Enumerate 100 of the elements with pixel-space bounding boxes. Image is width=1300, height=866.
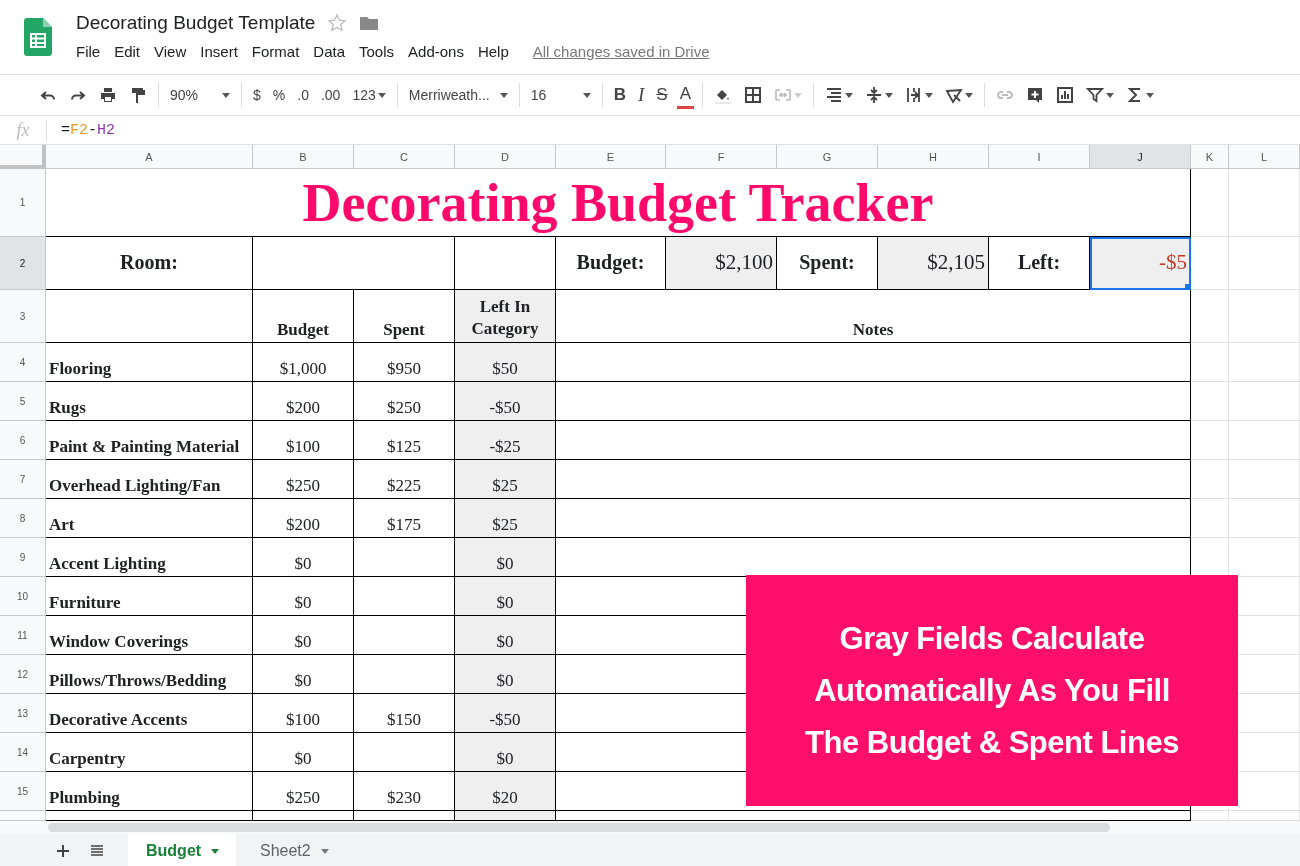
row-header[interactable]: 5 [0,382,46,421]
menu-item[interactable]: View [154,41,195,62]
menu-item[interactable]: Insert [200,41,246,62]
format-button[interactable]: .0 [294,83,312,107]
column-header[interactable]: H [878,145,989,169]
column-header[interactable]: L [1229,145,1300,169]
category-cell[interactable]: Flooring [46,343,253,382]
category-cell[interactable]: Furniture [46,577,253,616]
dropdown[interactable]: Merriweath... [405,83,511,107]
row-header[interactable]: 6 [0,421,46,460]
category-cell[interactable]: Plumbing [46,772,253,811]
sheet-tab[interactable]: Sheet2 [242,834,345,866]
chart-icon[interactable] [1056,86,1074,104]
table-cell[interactable]: $0 [253,577,354,616]
row-header[interactable]: 1 [0,169,46,237]
table-cell[interactable]: $2,105 [878,237,989,290]
row-header[interactable]: 13 [0,694,46,733]
filter-icon[interactable] [1086,86,1104,104]
category-cell[interactable]: Rugs [46,382,253,421]
table-cell[interactable]: -$50 [455,694,556,733]
comment-icon[interactable] [1026,86,1044,104]
dropdown[interactable]: 90% [167,83,233,107]
category-cell[interactable]: Pillows/Throws/Bedding [46,655,253,694]
row-header[interactable]: 12 [0,655,46,694]
menu-item[interactable]: Tools [359,41,403,62]
column-header[interactable]: G [777,145,878,169]
category-cell[interactable]: Overhead Lighting/Fan [46,460,253,499]
menu-item[interactable]: Edit [114,41,149,62]
table-cell[interactable]: $2,100 [666,237,777,290]
category-cell[interactable]: Art [46,499,253,538]
empty-cell[interactable] [253,237,455,290]
empty-cell[interactable] [455,811,556,821]
table-cell[interactable]: $200 [253,499,354,538]
format-button[interactable]: .00 [317,83,344,107]
menu-item[interactable]: Add-ons [408,41,472,62]
column-header[interactable]: E [556,145,666,169]
table-cell[interactable]: $0 [455,655,556,694]
menu-item[interactable]: Data [313,41,353,62]
table-cell[interactable]: $25 [455,460,556,499]
paint-icon[interactable] [129,86,147,104]
format-button[interactable]: $ [250,83,264,107]
table-cell[interactable]: $50 [455,343,556,382]
menu-item[interactable]: Help [477,41,517,62]
table-cell[interactable]: $100 [253,694,354,733]
table-cell[interactable]: $250 [253,460,354,499]
column-header[interactable]: C [354,145,455,169]
formula-input[interactable]: =F2-H2 [61,121,116,139]
table-cell[interactable]: $250 [253,772,354,811]
table-cell[interactable]: $0 [455,577,556,616]
menu-item[interactable]: File [76,41,109,62]
row-header[interactable]: 11 [0,616,46,655]
format-button[interactable]: 123 [349,83,389,107]
column-header[interactable]: J [1090,145,1191,169]
table-cell[interactable]: $0 [455,538,556,577]
text-color-button[interactable]: A [676,81,694,109]
row-header[interactable]: 10 [0,577,46,616]
italic-button[interactable]: I [634,83,648,107]
table-cell[interactable]: $1,000 [253,343,354,382]
table-cell[interactable]: $0 [253,655,354,694]
row-header[interactable]: 7 [0,460,46,499]
row-header[interactable]: 15 [0,772,46,811]
table-cell[interactable]: $200 [253,382,354,421]
table-cell[interactable]: $0 [253,616,354,655]
column-header[interactable]: I [989,145,1090,169]
table-cell[interactable]: -$50 [455,382,556,421]
table-cell[interactable]: -$5 [1090,237,1191,290]
rotate-icon[interactable] [945,86,963,104]
strikethrough-button[interactable]: S [653,83,671,107]
category-cell[interactable]: Window Coverings [46,616,253,655]
wrap-icon[interactable] [905,86,923,104]
category-cell[interactable]: Paint & Painting Material [46,421,253,460]
add-sheet-icon[interactable] [54,842,72,860]
valign-icon[interactable] [865,86,883,104]
dropdown[interactable]: 16 [527,83,594,107]
horizontal-scrollbar[interactable] [48,823,1110,832]
category-cell[interactable]: Carpentry [46,733,253,772]
sheet-tab[interactable]: Budget [128,834,236,866]
table-cell[interactable]: $0 [455,616,556,655]
row-header[interactable]: 14 [0,733,46,772]
table-cell[interactable]: $0 [455,733,556,772]
table-cell[interactable]: $0 [253,538,354,577]
table-cell[interactable]: $20 [455,772,556,811]
format-button[interactable]: % [269,83,289,107]
column-header[interactable]: D [455,145,556,169]
document-title[interactable]: Decorating Budget Template [76,12,316,34]
category-cell[interactable]: Accent Lighting [46,538,253,577]
table-cell[interactable]: $25 [455,499,556,538]
table-cell[interactable]: $0 [253,733,354,772]
column-header[interactable]: A [46,145,253,169]
align-icon[interactable] [825,86,843,104]
menu-item[interactable]: Format [251,41,308,62]
column-header[interactable]: F [666,145,777,169]
print-icon[interactable] [99,86,117,104]
category-cell[interactable]: Decorative Accents [46,694,253,733]
save-status-link[interactable]: All changes saved in Drive [532,43,710,60]
row-header[interactable]: 8 [0,499,46,538]
sheets-logo-icon[interactable] [24,18,52,56]
row-header[interactable]: 4 [0,343,46,382]
column-header[interactable]: K [1191,145,1229,169]
row-header[interactable]: 3 [0,290,46,343]
